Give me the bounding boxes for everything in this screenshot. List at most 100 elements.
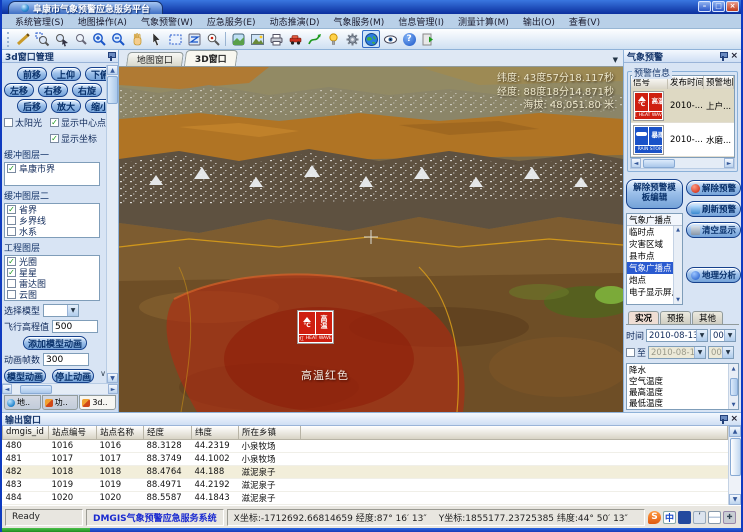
menu-item-map-ops[interactable]: 地图操作(A): [71, 15, 134, 28]
scrollbar-thumb[interactable]: [107, 76, 118, 104]
zoom-out-3d-button[interactable]: 缩小: [85, 99, 106, 113]
rotate-right-button[interactable]: 右旋: [72, 83, 102, 97]
warning-table-hscrollbar[interactable]: ◄ ►: [630, 158, 735, 169]
list-item[interactable]: 最低温度: [627, 397, 738, 408]
scroll-up-icon[interactable]: ▲: [107, 65, 118, 75]
zoom-pointer-icon[interactable]: [52, 30, 70, 48]
scroll-down-icon[interactable]: ▼: [107, 373, 118, 383]
tab-map-window[interactable]: 地图窗口: [126, 52, 184, 66]
measure-icon[interactable]: [14, 30, 32, 48]
refresh-view-icon[interactable]: [185, 30, 203, 48]
list-item[interactable]: 水系: [5, 226, 99, 237]
list-item[interactable]: 阜康市界: [5, 163, 99, 174]
zoom-out-icon[interactable]: [109, 30, 127, 48]
to-date-checkbox[interactable]: [626, 348, 635, 357]
scroll-down-icon[interactable]: ▼: [729, 494, 741, 505]
frames-input[interactable]: [43, 353, 89, 366]
list-item[interactable]: 降水: [627, 364, 738, 375]
scroll-up-icon[interactable]: ▲: [729, 426, 741, 437]
fly-route-icon[interactable]: [305, 30, 323, 48]
menu-item-weather-service[interactable]: 气象服务(M): [327, 15, 392, 28]
pan-hand-icon[interactable]: [128, 30, 146, 48]
warning-row-rain[interactable]: 暴雨 蓝RAIN STORM 2010-... 水磨...: [631, 123, 734, 157]
start-button-sliver[interactable]: [2, 528, 90, 532]
warning-row-heat[interactable]: ℃高温 红HEAT WAVE 2010-... 上户...: [631, 89, 734, 123]
sunlight-checkbox[interactable]: 太阳光: [4, 116, 50, 129]
table-row[interactable]: 4831019101988.497144.2192滋泥泉子: [3, 478, 728, 491]
zoom-select-icon[interactable]: [71, 30, 89, 48]
pin-icon[interactable]: [719, 52, 727, 61]
vehicle-icon[interactable]: [286, 30, 304, 48]
menu-item-system[interactable]: 系统管理(S): [8, 15, 71, 28]
table-row-selected[interactable]: 4821018101888.476444.188滋泥泉子: [3, 465, 728, 478]
snapshot-icon[interactable]: [248, 30, 266, 48]
settings-gear-icon[interactable]: [343, 30, 361, 48]
menu-item-emergency[interactable]: 应急服务(E): [200, 15, 263, 28]
tab-forecast[interactable]: 预报: [660, 311, 691, 324]
full-extent-icon[interactable]: [166, 30, 184, 48]
add-model-animation-button[interactable]: 添加模型动画: [23, 336, 87, 350]
left-panel-vscrollbar[interactable]: ▲ ▼: [106, 65, 118, 383]
select-arrow-icon[interactable]: [147, 30, 165, 48]
pitch-down-button[interactable]: 下俯: [85, 67, 106, 81]
soft-keyboard-icon[interactable]: [708, 511, 721, 524]
scroll-right-icon[interactable]: ►: [724, 158, 734, 168]
menu-item-output[interactable]: 输出(O): [516, 15, 562, 28]
table-row[interactable]: 4801016101688.312844.2319小泉牧场: [3, 439, 728, 452]
move-right-button[interactable]: 右移: [38, 83, 68, 97]
restore-button[interactable]: □: [712, 1, 725, 12]
tab-map-layers[interactable]: 地..: [4, 395, 41, 410]
end-date-select[interactable]: 2010-08-13: [648, 346, 706, 359]
date-select[interactable]: 2010-08-13: [646, 329, 708, 342]
menu-item-view[interactable]: 查看(V): [562, 15, 607, 28]
geo-analysis-button[interactable]: 地理分析: [686, 267, 741, 283]
table-row[interactable]: 4811017101788.374944.1002小泉牧场: [3, 452, 728, 465]
minimize-button[interactable]: –: [698, 1, 711, 12]
model-select[interactable]: [43, 304, 79, 317]
refresh-warning-button[interactable]: 刷新预警: [686, 201, 741, 217]
edit-warning-template-button[interactable]: 解除预警模板编辑: [626, 179, 683, 209]
close-panel-icon[interactable]: ×: [730, 415, 738, 424]
list-item[interactable]: 云图: [5, 289, 99, 300]
tab-other[interactable]: 其他: [692, 311, 723, 324]
help-icon[interactable]: [400, 30, 418, 48]
left-panel-hscrollbar[interactable]: ◄ ►: [2, 383, 118, 394]
zoom-in-3d-button[interactable]: 放大: [51, 99, 81, 113]
tab-3d-window[interactable]: 3D窗口: [184, 50, 238, 66]
flight-height-input[interactable]: [52, 320, 98, 333]
scrollbar-thumb[interactable]: [643, 159, 675, 168]
list-item[interactable]: 空气温度: [627, 375, 738, 386]
point-list-scrollbar[interactable]: ▲▼: [673, 226, 682, 304]
move-left-button[interactable]: 左移: [4, 83, 34, 97]
list-item[interactable]: 最高温度: [627, 386, 738, 397]
window-list-dropdown-icon[interactable]: [613, 56, 618, 64]
basemap-icon[interactable]: [229, 30, 247, 48]
scrollbar-thumb[interactable]: [20, 385, 52, 394]
fullwidth-mode-icon[interactable]: [678, 511, 691, 524]
model-animation-button[interactable]: 模型动画: [4, 369, 46, 383]
chinese-mode-icon[interactable]: 中: [663, 511, 676, 524]
scroll-left-icon[interactable]: ◄: [2, 384, 12, 394]
export-icon[interactable]: [419, 30, 437, 48]
table-row[interactable]: 4841020102088.558744.1843滋泥泉子: [3, 491, 728, 504]
toolbox-icon[interactable]: ✚: [723, 511, 736, 524]
move-back-button[interactable]: 后移: [17, 99, 47, 113]
output-vscrollbar[interactable]: ▲ ▼: [728, 426, 741, 505]
menu-item-info-manage[interactable]: 信息管理(I): [391, 15, 451, 28]
sogou-input-icon[interactable]: S: [648, 511, 661, 524]
tab-3d-manager[interactable]: 3d..: [79, 395, 116, 410]
hour-select[interactable]: 00: [710, 329, 736, 342]
scroll-left-icon[interactable]: ◄: [631, 158, 641, 168]
list-item[interactable]: 地表温度: [627, 408, 738, 410]
element-list-scrollbar[interactable]: ▲▼: [728, 364, 738, 409]
heat-wave-warning-map-icon[interactable]: ℃ 高温 红HEAT WAVE: [297, 310, 334, 344]
menu-item-dynamic-deduction[interactable]: 动态推演(D): [263, 15, 327, 28]
close-panel-icon[interactable]: ×: [730, 52, 738, 61]
show-coords-checkbox[interactable]: 显示坐标: [50, 132, 106, 145]
scrollbar-thumb[interactable]: [730, 438, 741, 476]
light-icon[interactable]: [324, 30, 342, 48]
globe-3d-icon[interactable]: [362, 30, 380, 48]
end-hour-select[interactable]: 00: [708, 346, 734, 359]
move-forward-button[interactable]: 前移: [17, 67, 47, 81]
menu-item-weather-warning[interactable]: 气象预警(W): [134, 15, 200, 28]
